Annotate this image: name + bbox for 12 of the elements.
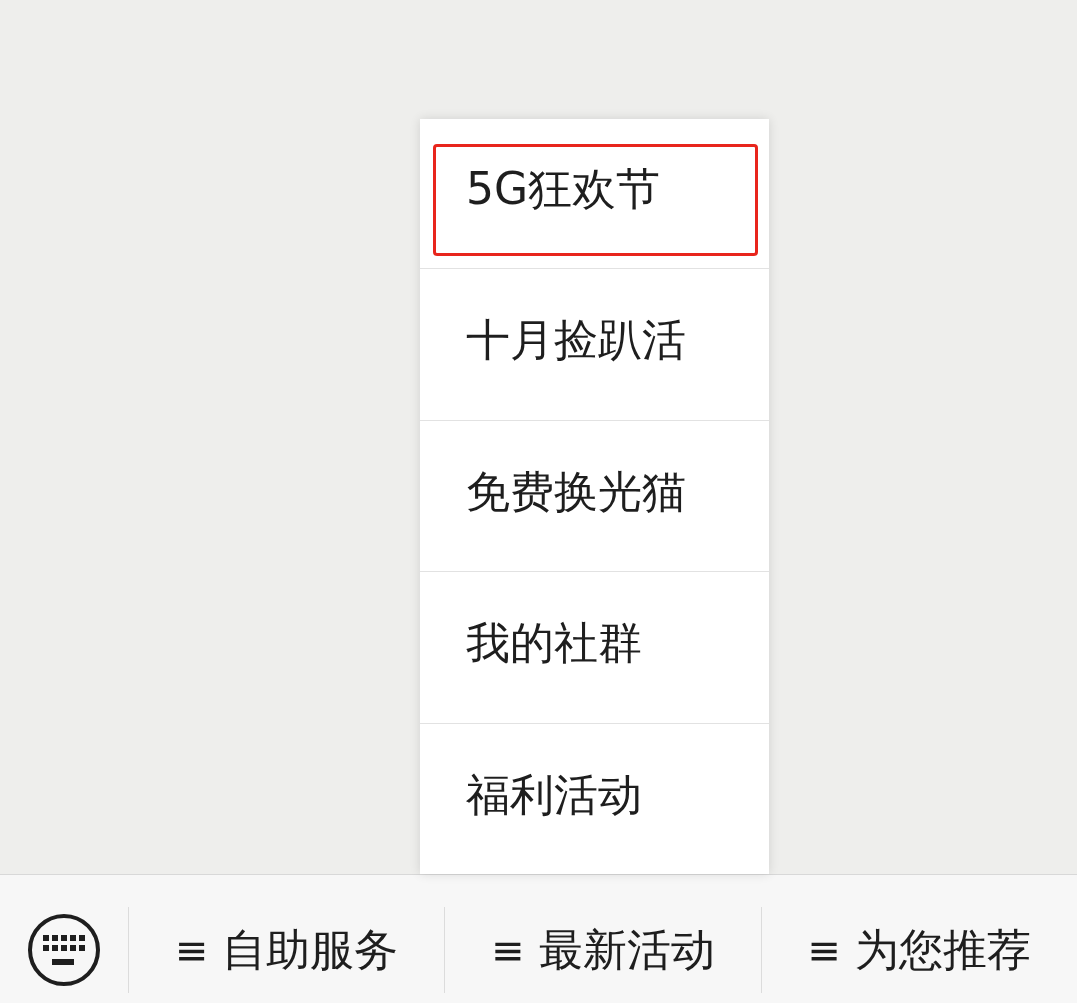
menu-item-label: 5G狂欢节 — [466, 165, 661, 214]
menu-item-label: 十月捡趴活 — [466, 316, 686, 365]
menu-item-label: 福利活动 — [466, 770, 642, 819]
menu-item[interactable]: 我的社群 — [420, 571, 769, 723]
menu-item[interactable]: 5G狂欢节 — [420, 119, 769, 269]
menu-item-label: 免费换光猫 — [466, 467, 686, 517]
menu-item[interactable]: 十月捡趴活 — [420, 268, 769, 420]
menu-item[interactable]: 免费换光猫 — [420, 419, 769, 572]
menu-tab[interactable]: ≡ 最新活动 — [491, 920, 715, 980]
menu-tab[interactable]: ≡ 自助服务 — [174, 920, 399, 980]
menu-item-label: 我的社群 — [466, 619, 642, 668]
menu-tab[interactable]: ≡ 为您推荐 — [807, 920, 1032, 980]
